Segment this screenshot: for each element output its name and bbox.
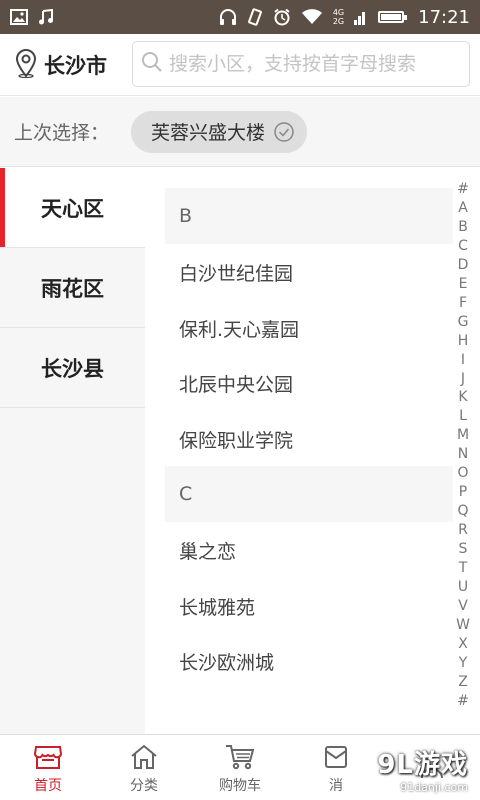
status-bar: 4G 2G 17:21 [0,0,480,34]
alphabet-letter[interactable]: D [458,256,469,274]
community-list[interactable]: B 白沙世纪佳园 保利.天心嘉园 北辰中央公园 保险职业学院 C 巢之恋 长城雅… [145,168,480,734]
alphabet-letter[interactable]: N [458,445,468,463]
last-selection-chip[interactable]: 芙蓉兴盛大楼 [131,110,308,153]
alphabet-letter[interactable]: P [459,483,467,501]
image-icon [10,9,28,25]
alarm-icon [273,8,291,26]
alphabet-index[interactable]: # A B C D E F G H I J K L M N O P Q R S T U V W X Y Z # [452,180,474,710]
alphabet-letter[interactable]: L [459,407,467,425]
last-selection-value: 芙蓉兴盛大楼 [151,122,266,144]
district-sidebar: 天心区 雨花区 长沙县 [0,168,145,734]
alphabet-letter[interactable]: K [458,388,467,406]
network-type: 4G 2G [333,8,344,26]
alphabet-letter[interactable]: I [461,351,465,369]
district-item-yuhua[interactable]: 雨花区 [0,248,145,328]
list-item[interactable]: 保险职业学院 [179,411,439,467]
search-input[interactable] [169,53,459,75]
last-selection-label: 上次选择： [14,122,110,144]
alphabet-letter[interactable]: A [458,199,468,217]
alphabet-letter[interactable]: H [458,332,469,350]
alphabet-letter[interactable]: M [457,426,469,444]
alphabet-letter[interactable]: B [458,218,468,236]
wifi-icon [301,9,323,25]
vibrate-icon [247,8,263,26]
app-screen: 4G 2G 17:21 长沙市 上次选择： 芙蓉兴盛大楼 [0,0,480,800]
tab-home[interactable]: 首页 [0,735,96,800]
alphabet-letter[interactable]: U [458,578,468,596]
status-bar-right: 4G 2G 17:21 [219,7,470,28]
watermark-main: 9L游戏 [377,750,468,780]
alphabet-letter[interactable]: # [457,180,469,198]
watermark-sub: 91danji.com [400,781,468,794]
battery-level [381,14,401,20]
store-icon [33,741,63,773]
list-item[interactable]: 长城雅苑 [179,578,439,634]
search-icon [141,51,163,77]
headphones-icon [219,8,237,26]
list-item[interactable]: 保利.天心嘉园 [179,300,439,356]
tab-cart[interactable]: 购物车 [192,735,288,800]
location-pin-icon [14,48,38,82]
alphabet-letter[interactable]: Z [458,673,468,691]
alphabet-letter[interactable]: R [458,521,468,539]
list-item[interactable]: 巢之恋 [179,522,439,578]
alphabet-letter[interactable]: W [456,616,470,634]
district-item-changsha[interactable]: 长沙县 [0,328,145,408]
list-item[interactable]: 北辰中央公园 [179,355,439,411]
header: 长沙市 [0,34,480,96]
music-icon [38,9,54,25]
list-item[interactable]: 白沙世纪佳园 [179,244,439,300]
alphabet-letter[interactable]: E [459,275,468,293]
battery-icon [378,11,408,23]
last-selection-row: 上次选择： 芙蓉兴盛大楼 [0,97,480,167]
alphabet-letter[interactable]: Q [457,502,468,520]
watermark-logo: 9L游戏 91danji.com [316,738,480,800]
alphabet-letter[interactable]: O [457,464,468,482]
alphabet-letter[interactable]: S [459,540,468,558]
tab-category[interactable]: 分类 [96,735,192,800]
tab-cart-label: 购物车 [219,777,261,794]
alphabet-letter[interactable]: J [461,370,465,388]
alphabet-letter[interactable]: Y [459,654,468,672]
tab-category-label: 分类 [130,777,158,794]
alphabet-letter[interactable]: C [458,237,468,255]
group-header-c: C [165,466,453,522]
check-circle-icon [273,121,295,143]
network-label-top: 4G [332,8,345,17]
list-item[interactable]: 长沙欧洲城 [179,633,439,689]
tab-home-label: 首页 [34,777,62,794]
city-label: 长沙市 [44,53,107,78]
network-label-bottom: 2G [332,17,345,26]
cart-icon [224,741,256,773]
group-header-b: B [165,188,453,244]
alphabet-letter[interactable]: G [458,313,469,331]
signal-icon [354,9,368,25]
city-selector[interactable]: 长沙市 [0,34,120,95]
search-box[interactable] [132,41,470,87]
alphabet-letter[interactable]: X [458,635,468,653]
alphabet-letter[interactable]: F [459,294,467,312]
district-item-tianxin[interactable]: 天心区 [0,168,145,248]
house-icon [129,741,159,773]
status-bar-left [10,9,54,25]
clock: 17:21 [418,6,470,28]
alphabet-letter[interactable]: # [457,692,469,710]
alphabet-letter[interactable]: V [458,597,468,615]
alphabet-letter[interactable]: T [459,559,468,577]
